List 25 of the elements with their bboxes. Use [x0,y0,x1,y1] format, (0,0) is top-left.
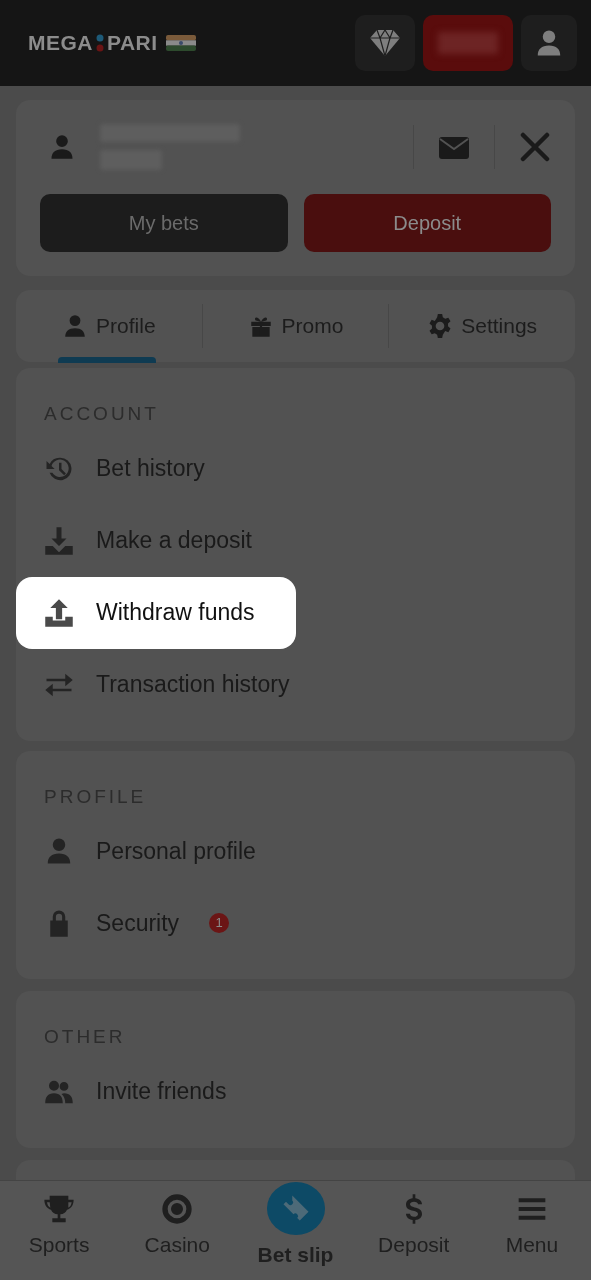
download-icon [44,525,74,556]
account-button[interactable] [521,15,577,71]
account-option[interactable]: Security 1 [16,887,575,959]
account-option[interactable]: Withdraw funds [16,576,296,649]
vip-button[interactable] [355,15,415,71]
flag-icon [165,35,196,51]
logo-text: PARI [107,30,158,57]
deposit-button[interactable]: Deposit [303,194,551,252]
balance-button[interactable] [423,15,513,71]
my-bets-button[interactable]: My bets [40,194,288,252]
close-icon [520,132,550,162]
notification-badge: 1 [209,913,230,933]
account-option[interactable]: Bet history [16,432,575,505]
messages-button[interactable] [438,134,470,160]
logo-dots-icon [95,33,105,53]
account-option[interactable]: Invite friends [16,1055,575,1128]
account-option[interactable]: Personal profile [16,815,575,887]
envelope-icon [439,136,469,159]
close-button[interactable] [519,131,551,163]
casino-chip-icon [161,1192,194,1225]
account-option[interactable]: Transaction history [16,648,575,721]
diamond-icon [369,29,401,57]
account-option[interactable]: Make a deposit [16,504,575,577]
upload-icon [44,597,74,628]
logo-text: MEGA [28,30,93,57]
